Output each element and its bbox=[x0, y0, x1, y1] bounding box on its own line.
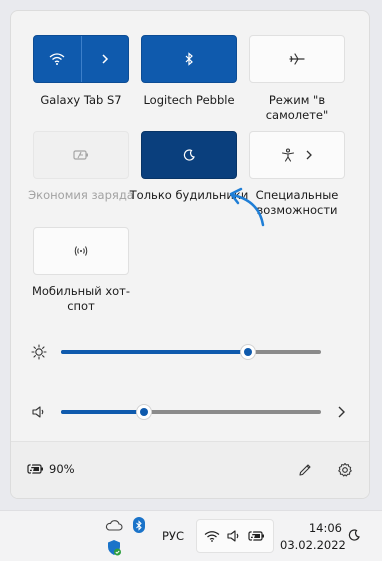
bluetooth-icon bbox=[185, 52, 193, 66]
battery-status[interactable]: 90% bbox=[27, 462, 75, 476]
battery-charging-icon bbox=[27, 463, 43, 475]
bluetooth-tray-icon[interactable] bbox=[133, 517, 145, 533]
brightness-icon bbox=[31, 344, 47, 360]
chevron-right-icon bbox=[102, 54, 108, 64]
annotation-arrow-icon bbox=[229, 187, 265, 227]
accessibility-tile[interactable] bbox=[249, 131, 345, 179]
speaker-icon bbox=[227, 530, 239, 542]
airplane-tile-label: Режим "в самолете" bbox=[265, 93, 329, 122]
volume-slider[interactable] bbox=[61, 404, 321, 420]
moon-icon[interactable] bbox=[347, 528, 361, 542]
focus-assist-tile[interactable] bbox=[141, 131, 237, 179]
wifi-icon bbox=[204, 531, 220, 542]
volume-slider-thumb[interactable] bbox=[136, 404, 152, 420]
clock-time: 14:06 bbox=[308, 521, 342, 535]
battery-percent: 90% bbox=[49, 462, 75, 476]
mobile-hotspot-tile-label: Мобильный хот-спот bbox=[31, 284, 131, 313]
bluetooth-tile[interactable] bbox=[141, 35, 237, 83]
bluetooth-icon bbox=[136, 519, 142, 531]
brightness-slider-fill bbox=[61, 350, 248, 354]
brightness-slider-thumb[interactable] bbox=[240, 344, 256, 360]
wifi-expand-button[interactable] bbox=[81, 36, 128, 82]
language-indicator[interactable]: РУС bbox=[162, 529, 184, 543]
audio-output-chevron-icon[interactable] bbox=[335, 405, 347, 419]
mobile-hotspot-tile[interactable] bbox=[33, 227, 129, 275]
quick-settings-footer: 90% bbox=[11, 441, 369, 498]
wifi-toggle[interactable] bbox=[34, 36, 81, 82]
edit-pencil-icon[interactable] bbox=[297, 462, 313, 478]
quick-settings-panel: Galaxy Tab S7 Logitech Pebble Режим "в с… bbox=[10, 10, 370, 499]
moon-icon bbox=[183, 149, 195, 161]
settings-gear-icon[interactable] bbox=[337, 462, 353, 478]
battery-saver-tile[interactable] bbox=[33, 131, 129, 179]
airplane-icon bbox=[289, 53, 305, 65]
onedrive-cloud-icon[interactable] bbox=[105, 519, 123, 531]
system-tray-quick-settings-button[interactable] bbox=[196, 519, 274, 553]
wifi-tile-label: Galaxy Tab S7 bbox=[40, 93, 122, 107]
clock[interactable]: 14:06 03.02.2022 bbox=[280, 521, 346, 552]
wifi-tile[interactable] bbox=[33, 35, 129, 83]
chevron-right-icon bbox=[306, 150, 312, 160]
wifi-icon bbox=[49, 53, 65, 65]
battery-charging-icon bbox=[248, 530, 264, 542]
clock-date: 03.02.2022 bbox=[280, 538, 346, 552]
volume-slider-fill bbox=[61, 410, 144, 414]
bluetooth-tile-label: Logitech Pebble bbox=[143, 93, 235, 107]
battery-saver-icon bbox=[73, 150, 88, 160]
airplane-tile[interactable] bbox=[249, 35, 345, 83]
taskbar: РУС 14:06 03.02.2022 bbox=[0, 510, 382, 561]
brightness-slider[interactable] bbox=[61, 344, 321, 360]
battery-saver-tile-label: Экономия заряда bbox=[28, 188, 134, 202]
security-shield-icon[interactable] bbox=[106, 539, 122, 557]
hotspot-icon bbox=[74, 246, 88, 256]
speaker-icon bbox=[32, 406, 44, 418]
accessibility-icon bbox=[281, 148, 295, 162]
